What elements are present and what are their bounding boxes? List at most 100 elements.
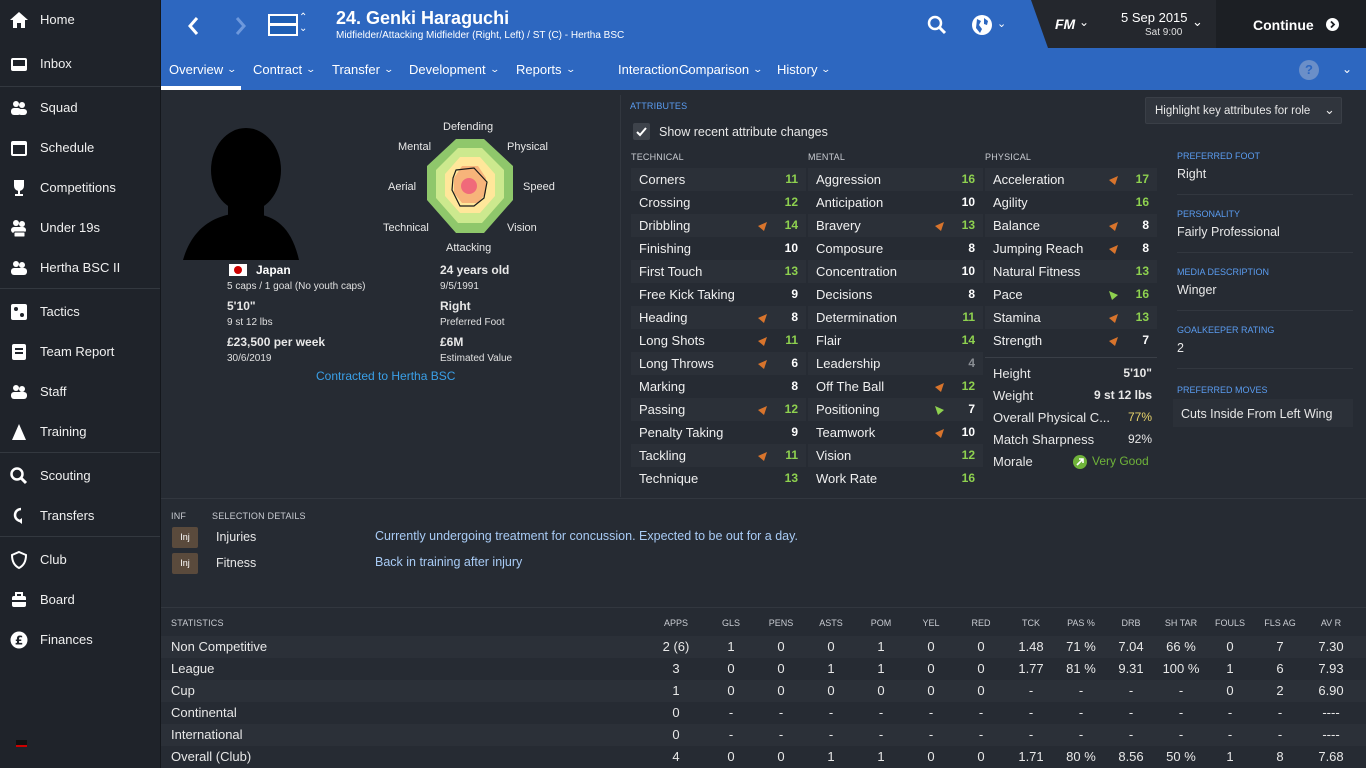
tab-contract[interactable]: Contract ⌄ [253, 62, 316, 77]
stat-column-header[interactable]: SH TAR [1156, 618, 1206, 628]
stat-column-header[interactable]: PENS [756, 618, 806, 628]
attribute-name: Off The Ball [816, 379, 885, 394]
decrease-arrow-icon [1108, 174, 1119, 185]
attribute-row[interactable]: Determination 11 [808, 306, 983, 329]
sidebar-item-scouting[interactable]: Scouting [0, 456, 160, 496]
sidebar-item-board[interactable]: Board [0, 580, 160, 620]
globe-icon[interactable] [970, 13, 994, 37]
attribute-row[interactable]: Strength 7 [985, 329, 1157, 352]
attribute-row[interactable]: Anticipation 10 [808, 191, 983, 214]
back-arrow-icon[interactable] [183, 12, 205, 40]
attribute-row[interactable]: Long Throws 6 [631, 352, 806, 375]
attribute-row[interactable]: Tackling 11 [631, 444, 806, 467]
tab-transfer[interactable]: Transfer ⌄ [332, 62, 394, 77]
sidebar-item-home[interactable]: Home [0, 0, 160, 40]
sidebar-item-training[interactable]: Training [0, 412, 160, 452]
attribute-row[interactable]: Balance 8 [985, 214, 1157, 237]
stat-row-label: League [171, 661, 215, 676]
search-icon[interactable] [926, 14, 948, 36]
attribute-row[interactable]: Long Shots 11 [631, 329, 806, 352]
attribute-row[interactable]: Decisions 8 [808, 283, 983, 306]
preferred-move-item[interactable]: Cuts Inside From Left Wing [1173, 399, 1353, 427]
attribute-row[interactable]: Penalty Taking 9 [631, 421, 806, 444]
stat-column-header[interactable]: POM [856, 618, 906, 628]
tab-reports[interactable]: Reports ⌄ [516, 62, 576, 77]
attribute-row[interactable]: Teamwork 10 [808, 421, 983, 444]
attribute-row[interactable]: Corners 11 [631, 168, 806, 191]
attribute-row[interactable]: Natural Fitness 13 [985, 260, 1157, 283]
attribute-row[interactable]: Dribbling 14 [631, 214, 806, 237]
stat-column-header[interactable]: GLS [706, 618, 756, 628]
sidebar-item-competitions[interactable]: Competitions [0, 168, 160, 208]
sidebar-item-transfers[interactable]: Transfers [0, 496, 160, 536]
stat-column-header[interactable]: APPS [651, 618, 701, 628]
sidebar-item-finances[interactable]: £ Finances [0, 620, 160, 660]
stat-column-header[interactable]: ASTS [806, 618, 856, 628]
stat-column-header[interactable]: DRB [1106, 618, 1156, 628]
stat-column-header[interactable]: FOULS [1205, 618, 1255, 628]
attribute-value: 10 [961, 195, 975, 209]
sidebar-item-schedule[interactable]: Schedule [0, 128, 160, 168]
tab-history[interactable]: History ⌄ [777, 62, 832, 77]
sidebar-item-under-19s[interactable]: Under 19s [0, 208, 160, 248]
stat-column-header[interactable]: FLS AG [1255, 618, 1305, 628]
stat-column-header[interactable]: PAS % [1056, 618, 1106, 628]
chevron-down-icon[interactable]: ⌄ [1342, 62, 1352, 76]
stat-column-header[interactable]: TCK [1006, 618, 1056, 628]
stat-column-header[interactable]: RED [956, 618, 1006, 628]
attribute-row[interactable]: Heading 8 [631, 306, 806, 329]
continue-button[interactable]: Continue [1216, 0, 1366, 48]
stat-cell: 1 [877, 749, 885, 764]
attribute-row[interactable]: Composure 8 [808, 237, 983, 260]
attribute-row[interactable]: Positioning 7 [808, 398, 983, 421]
crest-switch-icon[interactable]: ⌃ ⌄ [299, 12, 307, 34]
attribute-row[interactable]: Bravery 13 [808, 214, 983, 237]
tab-overview[interactable]: Overview ⌄ [169, 62, 237, 77]
show-changes-checkbox[interactable] [633, 123, 650, 140]
stat-column-header[interactable]: YEL [906, 618, 956, 628]
attribute-value: 8 [791, 379, 798, 393]
wage-until: 30/6/2019 [227, 353, 272, 364]
attribute-row[interactable]: Acceleration 17 [985, 168, 1157, 191]
attribute-row[interactable]: Stamina 13 [985, 306, 1157, 329]
attribute-row[interactable]: Technique 13 [631, 467, 806, 490]
attribute-row[interactable]: Finishing 10 [631, 237, 806, 260]
attribute-row[interactable]: Flair 14 [808, 329, 983, 352]
chevron-down-icon[interactable]: ⌄ [997, 17, 1006, 30]
attribute-row[interactable]: Leadership 4 [808, 352, 983, 375]
stat-column-header[interactable]: AV R [1306, 618, 1356, 628]
attribute-row[interactable]: Free Kick Taking 9 [631, 283, 806, 306]
attribute-row[interactable]: Aggression 16 [808, 168, 983, 191]
attribute-row[interactable]: Marking 8 [631, 375, 806, 398]
sidebar-item-team-report[interactable]: Team Report [0, 332, 160, 372]
attribute-row[interactable]: Agility 16 [985, 191, 1157, 214]
sidebar-item-hertha-ii[interactable]: Hertha BSC II [0, 248, 160, 288]
sidebar-item-tactics[interactable]: Tactics [0, 292, 160, 332]
attribute-row[interactable]: Jumping Reach 8 [985, 237, 1157, 260]
fm-menu-button[interactable]: FM ⌄ [1031, 0, 1096, 48]
sidebar-item-label: Team Report [40, 344, 115, 359]
attribute-row[interactable]: Pace 16 [985, 283, 1157, 306]
attribute-name: Acceleration [993, 172, 1065, 187]
sidebar-item-squad[interactable]: Squad [0, 88, 160, 128]
weight-label: Weight [993, 388, 1034, 403]
highlight-role-dropdown[interactable]: Highlight key attributes for role ⌄ [1145, 97, 1342, 124]
forward-arrow-icon[interactable] [229, 12, 251, 40]
tab-development[interactable]: Development ⌄ [409, 62, 500, 77]
help-icon[interactable]: ? [1299, 60, 1319, 80]
sidebar-item-staff[interactable]: Staff [0, 372, 160, 412]
attribute-row[interactable]: First Touch 13 [631, 260, 806, 283]
attribute-row[interactable]: Vision 12 [808, 444, 983, 467]
attribute-row[interactable]: Off The Ball 12 [808, 375, 983, 398]
tab-comparison[interactable]: Comparison ⌄ [679, 62, 763, 77]
contract-link[interactable]: Contracted to Hertha BSC [316, 369, 455, 383]
attribute-row[interactable]: Work Rate 16 [808, 467, 983, 490]
attribute-row[interactable]: Passing 12 [631, 398, 806, 421]
date-display[interactable]: 5 Sep 2015 Sat 9:00 ⌄ [1096, 0, 1216, 48]
sidebar-item-inbox[interactable]: Inbox [0, 44, 160, 84]
attribute-row[interactable]: Crossing 12 [631, 191, 806, 214]
attribute-row[interactable]: Concentration 10 [808, 260, 983, 283]
sidebar-item-club[interactable]: Club [0, 540, 160, 580]
estimated-value-label: Estimated Value [440, 353, 513, 364]
preferred-foot-label: Preferred Foot [440, 317, 505, 328]
